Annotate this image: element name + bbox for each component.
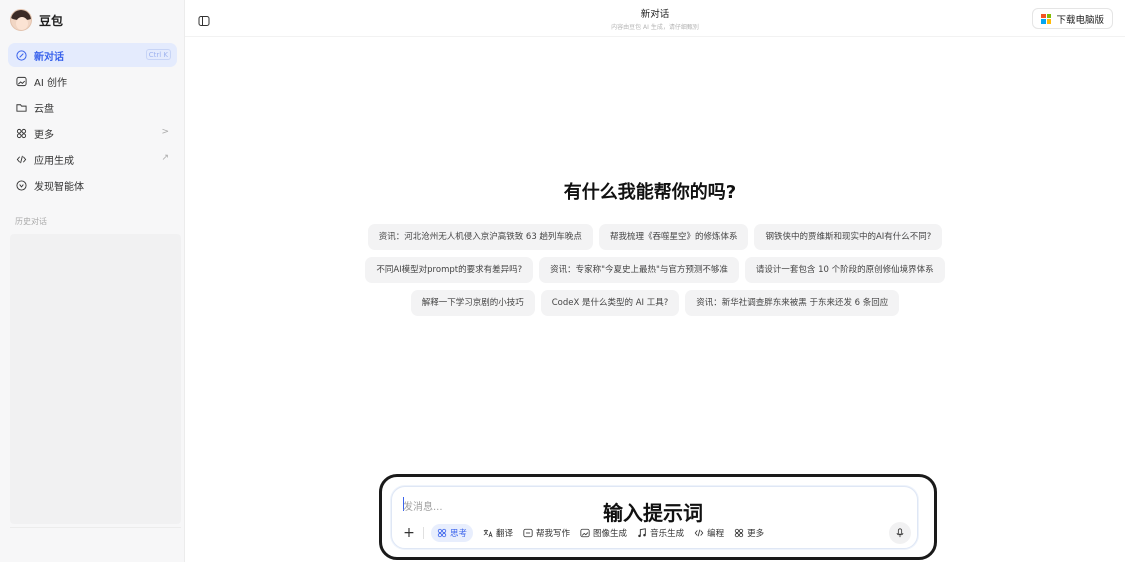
- suggestion-row: 资讯：河北沧州无人机侵入京沪高铁致 63 趟列车晚点 帮我梳理《吞噬星空》的修炼…: [185, 224, 1125, 250]
- tool-label: 编程: [707, 529, 725, 539]
- topbar: 新对话 内容由豆包 AI 生成，请仔细甄别 下载电脑版: [185, 0, 1125, 37]
- code-icon: [694, 529, 704, 537]
- sidebar-item-more[interactable]: 更多 >: [8, 121, 177, 145]
- code-button[interactable]: 编程: [694, 524, 724, 542]
- suggestion-chip[interactable]: 钢铁侠中的贾维斯和现实中的AI有什么不同?: [754, 224, 943, 250]
- tool-label: 更多: [747, 529, 765, 539]
- think-icon: [437, 528, 447, 538]
- title-block: 新对话 内容由豆包 AI 生成，请仔细甄别: [185, 6, 1125, 31]
- sidebar-item-cloud-drive[interactable]: 云盘: [8, 95, 177, 119]
- page-title: 新对话: [640, 9, 670, 20]
- translate-button[interactable]: 翻译: [483, 524, 513, 542]
- folder-icon: [15, 101, 27, 113]
- write-icon: [523, 528, 533, 538]
- suggestion-chip[interactable]: 不同AI模型对prompt的要求有差异吗?: [365, 257, 534, 283]
- app-name: 豆包: [39, 13, 64, 28]
- voice-input-button[interactable]: [889, 522, 911, 544]
- suggestion-chip[interactable]: 资讯：专家称"今夏史上最热"与官方预测不够准: [539, 257, 739, 283]
- think-toggle[interactable]: 思考: [431, 524, 474, 542]
- history-list[interactable]: [10, 234, 181, 524]
- suggestion-row: 不同AI模型对prompt的要求有差异吗? 资讯：专家称"今夏史上最热"与官方预…: [185, 257, 1125, 283]
- sidebar-item-label: 云盘: [34, 103, 54, 115]
- suggestion-row: 解释一下学习京剧的小技巧 CodeX 是什么类型的 AI 工具? 资讯：新华社调…: [185, 290, 1125, 316]
- shortcut-badge: Ctrl K: [145, 49, 171, 60]
- music-icon: [638, 528, 646, 538]
- code-icon: [15, 153, 27, 165]
- microphone-icon: [896, 528, 904, 538]
- sidebar-item-app-gen[interactable]: 应用生成 ↗: [8, 147, 177, 171]
- sidebar-item-ai-create[interactable]: AI 创作: [8, 69, 177, 93]
- suggestion-chip[interactable]: 资讯：新华社调查胖东来被黑 于东来还发 6 条回应: [685, 290, 900, 316]
- tool-label: 帮我写作: [536, 529, 571, 539]
- sidebar-item-new-chat[interactable]: 新对话 Ctrl K: [8, 43, 177, 67]
- sidebar-item-label: 应用生成: [34, 155, 74, 167]
- download-label: 下载电脑版: [1056, 14, 1104, 26]
- suggestion-chip[interactable]: 解释一下学习京剧的小技巧: [410, 290, 535, 316]
- suggestion-chip[interactable]: 资讯：河北沧州无人机侵入京沪高铁致 63 趟列车晚点: [367, 224, 593, 250]
- grid-icon: [15, 127, 27, 139]
- page-subtitle: 内容由豆包 AI 生成，请仔细甄别: [611, 24, 699, 31]
- tool-label: 图像生成: [593, 529, 628, 539]
- add-attachment-button[interactable]: +: [402, 525, 416, 541]
- composer-toolbar: + 思考 翻译 帮我写作 图像生成 音乐生成 编程 更多: [402, 524, 774, 542]
- more-tools-button[interactable]: 更多: [734, 524, 764, 542]
- suggestion-chip[interactable]: CodeX 是什么类型的 AI 工具?: [540, 290, 680, 316]
- music-gen-button[interactable]: 音乐生成: [637, 524, 684, 542]
- image-icon: [15, 75, 27, 87]
- windows-logo-icon: [1041, 13, 1052, 24]
- sidebar-item-label: AI 创作: [34, 77, 67, 89]
- suggestion-chip[interactable]: 帮我梳理《吞噬星空》的修炼体系: [598, 224, 749, 250]
- write-button[interactable]: 帮我写作: [523, 524, 570, 542]
- new-chat-icon: [15, 49, 27, 61]
- sidebar-nav: 新对话 Ctrl K AI 创作 云盘 更多 > 应用生成 ↗ 发现智能体: [8, 43, 177, 199]
- suggestion-chip[interactable]: 请设计一套包含 10 个阶段的原创修仙境界体系: [744, 257, 945, 283]
- sidebar-item-label: 新对话: [34, 51, 64, 63]
- history-title: 历史对话: [15, 217, 47, 226]
- avatar: [10, 9, 32, 31]
- tool-label: 翻译: [496, 529, 514, 539]
- prompt-annotation-label: 输入提示词: [603, 501, 703, 525]
- translate-icon: [483, 529, 493, 538]
- download-desktop-button[interactable]: 下载电脑版: [1032, 8, 1113, 29]
- image-gen-button[interactable]: 图像生成: [580, 524, 627, 542]
- app-root: 豆包 新对话 Ctrl K AI 创作 云盘 更多 > 应用生成 ↗ 发现智能体…: [0, 0, 1125, 562]
- sidebar-footer: [10, 527, 181, 557]
- brand[interactable]: 豆包: [10, 7, 63, 33]
- image-gen-icon: [580, 528, 590, 538]
- tool-label: 音乐生成: [650, 529, 685, 539]
- compass-icon: [15, 179, 27, 191]
- sidebar-item-label: 更多: [34, 129, 54, 141]
- sidebar-item-label: 发现智能体: [34, 181, 84, 193]
- tool-label: 思考: [450, 529, 468, 539]
- chevron-right-icon: >: [161, 127, 169, 137]
- sidebar-item-discover-agents[interactable]: 发现智能体: [8, 173, 177, 197]
- message-composer[interactable]: 发消息... 输入提示词 + 思考 翻译 帮我写作 图像生成 音乐生成 编程 更…: [391, 486, 918, 549]
- toolbar-divider: [423, 527, 424, 539]
- more-grid-icon: [734, 528, 744, 538]
- external-link-icon: ↗: [161, 153, 169, 163]
- sidebar: 豆包 新对话 Ctrl K AI 创作 云盘 更多 > 应用生成 ↗ 发现智能体…: [0, 0, 185, 562]
- message-input[interactable]: 发消息...: [403, 498, 443, 513]
- welcome-heading: 有什么我能帮你的吗?: [563, 182, 737, 203]
